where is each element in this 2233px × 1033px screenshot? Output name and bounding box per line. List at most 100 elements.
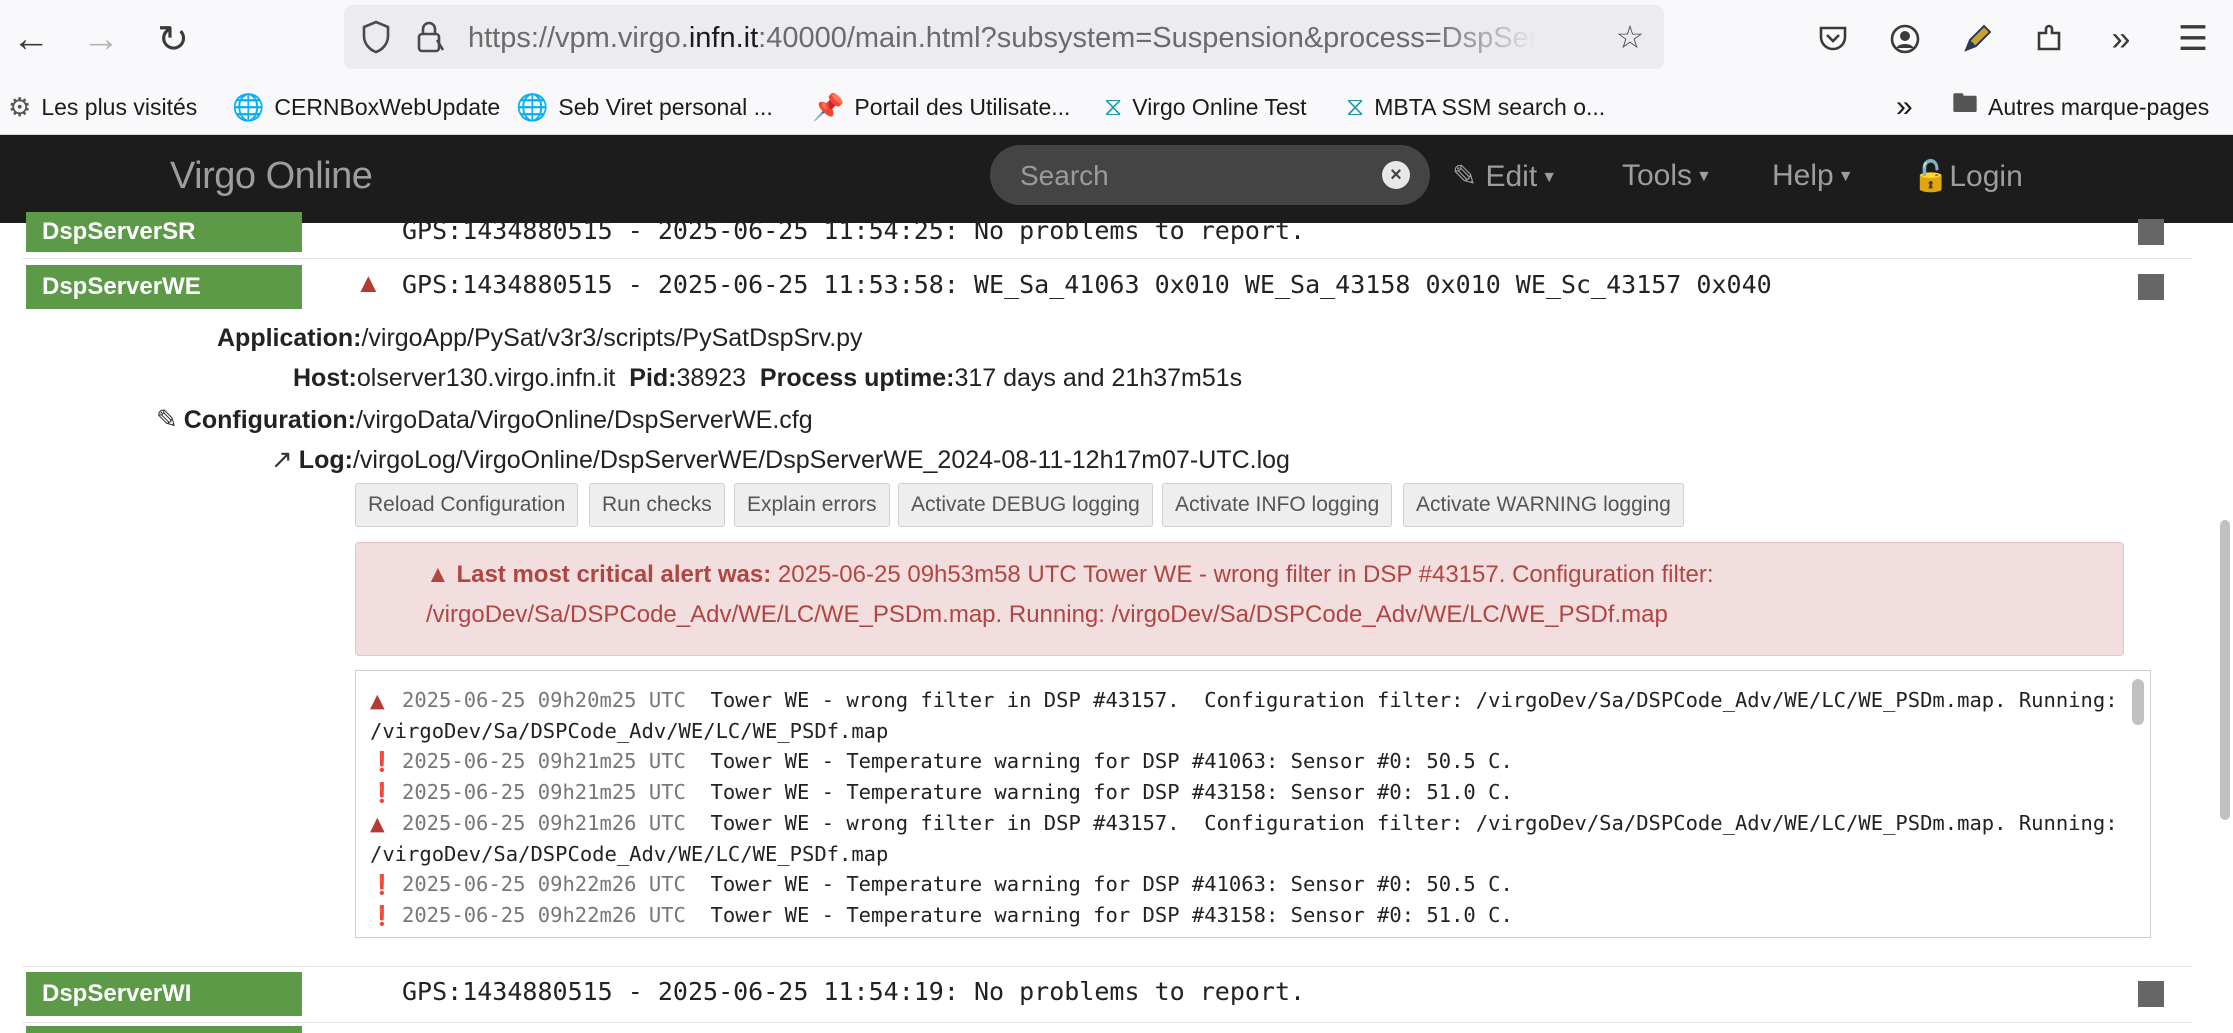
log-message: Tower WE - Temperature warning for DSP #… (685, 903, 1513, 927)
log-scroll-thumb[interactable] (2132, 679, 2144, 725)
pocket-icon[interactable] (1808, 14, 1858, 64)
bookmark-other-folder[interactable]: 🖿 Autres marque-pages (1952, 88, 2209, 124)
bookmark-star-icon[interactable]: ☆ (1608, 15, 1652, 59)
page-scroll-thumb[interactable] (2220, 520, 2230, 820)
bookmarks-overflow-icon[interactable]: » (1896, 90, 1913, 124)
alert-heading: ▲ Last most critical alert was: (426, 561, 771, 588)
row-divider (22, 1022, 2192, 1023)
stop-square-icon[interactable] (2138, 219, 2164, 245)
log-timestamp: 2025-06-25 09h22m26 UTC (402, 903, 686, 927)
hamburger-menu-icon[interactable]: ☰ (2168, 14, 2218, 64)
activate-warning-logging-button[interactable]: Activate WARNING logging (1403, 483, 1684, 527)
bookmark-label: Virgo Online Test (1132, 93, 1307, 120)
exclamation-circle-icon: ❗ (370, 782, 394, 804)
log-entry: ▲ 2025-06-25 09h20m25 UTC Tower WE - wron… (370, 685, 2120, 716)
log-entry-continuation: /virgoDev/Sa/DSPCode_Adv/WE/LC/WE_PSDf.m… (370, 719, 889, 743)
log-message: Tower WE - Temperature warning for DSP #… (685, 780, 1513, 804)
log-timestamp: 2025-06-25 09h20m25 UTC (402, 688, 686, 712)
caret-down-icon: ▼ (1837, 168, 1854, 186)
log-timestamp: 2025-06-25 09h23m26 UTC (402, 934, 686, 937)
application-label: Application: (217, 324, 362, 352)
run-checks-button[interactable]: Run checks (589, 483, 725, 527)
globe-icon: 🌐 (516, 91, 549, 122)
virgo-logo-icon: ⧖ (1104, 91, 1123, 121)
warning-triangle-icon: ▲ (370, 932, 392, 937)
log-message: Tower WE - Temperature warning for DSP #… (685, 872, 1513, 896)
account-icon[interactable] (1880, 14, 1930, 64)
pen-extension-icon[interactable] (1952, 14, 2002, 64)
log-row[interactable]: ↗ Log:/virgoLog/VirgoOnline/DspServerWE/D… (271, 444, 1290, 475)
external-link-icon[interactable]: ↗ (271, 444, 293, 474)
overflow-chevrons-icon[interactable]: » (2096, 14, 2146, 64)
activate-debug-logging-button[interactable]: Activate DEBUG logging (898, 483, 1153, 527)
bookmark-most-visited[interactable]: ⚙ Les plus visités (8, 90, 197, 124)
forward-arrow-icon[interactable]: → (76, 14, 126, 64)
log-entry: ❗ 2025-06-25 09h22m26 UTC Tower WE - Temp… (370, 900, 2120, 931)
process-status-sr: GPS:1434880515 - 2025-06-25 11:54:25: No… (402, 216, 1306, 245)
log-timestamp: 2025-06-25 09h21m25 UTC (402, 780, 686, 804)
edit-menu[interactable]: ✎ Edit ▼ (1452, 159, 1557, 194)
back-arrow-icon[interactable]: ← (6, 14, 56, 64)
tracking-shield-icon[interactable] (354, 15, 398, 59)
lock-icon[interactable] (408, 15, 452, 59)
search-input[interactable] (1018, 158, 1362, 194)
process-label-dspserverwe[interactable]: DspServerWE (26, 265, 302, 309)
explain-errors-button[interactable]: Explain errors (734, 483, 890, 527)
exclamation-circle-icon: ❗ (370, 874, 394, 896)
bookmark-cernbox[interactable]: 🌐 CERNBoxWebUpdate (232, 90, 500, 124)
edit-icon: ✎ (1452, 160, 1478, 193)
folder-icon: 🖿 (1952, 88, 1979, 118)
log-message: Tower WE - wrong filter in DSP #43157. C… (686, 934, 2118, 937)
configuration-row[interactable]: ✎ Configuration:/virgoData/VirgoOnline/Ds… (156, 404, 813, 435)
log-timestamp: 2025-06-25 09h22m26 UTC (402, 872, 686, 896)
bookmarks-bar: ⚙ Les plus visités 🌐 CERNBoxWebUpdate 🌐 Seb… (0, 78, 2233, 135)
virgo-logo-icon: ⧖ (1346, 91, 1365, 121)
reload-configuration-button[interactable]: Reload Configuration (355, 483, 579, 527)
reload-icon[interactable]: ↻ (148, 14, 198, 64)
log-entry: ▲ 2025-06-25 09h23m26 UTC Tower WE - wron… (370, 931, 2120, 937)
url-text[interactable]: https://vpm.virgo.infn.it:40000/main.htm… (468, 22, 1538, 54)
bookmark-mbta[interactable]: ⧖ MBTA SSM search o... (1346, 90, 1605, 124)
stop-square-icon[interactable] (2138, 981, 2164, 1007)
globe-icon: 🌐 (232, 91, 265, 122)
log-entry: ❗ 2025-06-25 09h22m26 UTC Tower WE - Temp… (370, 869, 2120, 900)
process-label-next[interactable] (26, 1026, 302, 1033)
warning-triangle-icon: ▲ (370, 813, 385, 835)
bookmark-label: MBTA SSM search o... (1374, 93, 1606, 120)
bookmark-virgo-online-test[interactable]: ⧖ Virgo Online Test (1104, 90, 1307, 124)
process-label-dspserverwi[interactable]: DspServerWI (26, 972, 302, 1016)
pin-icon: 📌 (812, 91, 845, 122)
row-divider (22, 258, 2192, 259)
log-scrollbar[interactable] (2132, 675, 2144, 933)
extensions-puzzle-icon[interactable] (2024, 14, 2074, 64)
log-label: Log: (298, 446, 353, 474)
pid-label: Pid: (629, 364, 677, 392)
row-divider (22, 966, 2192, 967)
exclamation-circle-icon: ❗ (370, 751, 394, 773)
address-bar[interactable]: https://vpm.virgo.infn.it:40000/main.htm… (344, 5, 1664, 69)
activate-info-logging-button[interactable]: Activate INFO logging (1162, 483, 1393, 527)
tools-menu-label: Tools (1622, 159, 1693, 192)
help-menu-label: Help (1772, 159, 1834, 192)
process-status-wi: GPS:1434880515 - 2025-06-25 11:54:19: No… (402, 977, 1306, 1006)
url-rest: :40000/main.html?subsystem=Suspension&pr… (758, 22, 1538, 54)
clear-search-icon[interactable]: × (1382, 161, 1410, 189)
brand-title[interactable]: Virgo Online (170, 155, 373, 198)
process-label-dspserversr[interactable]: DspServerSR (26, 212, 302, 252)
log-message: Tower WE - wrong filter in DSP #43157. C… (685, 811, 2118, 835)
edit-icon[interactable]: ✎ (156, 404, 178, 434)
tools-menu[interactable]: Tools ▼ (1622, 159, 1712, 193)
login-link[interactable]: 🔓Login (1912, 159, 2023, 194)
log-lines: ▲ 2025-06-25 09h20m25 UTC Tower WE - wron… (370, 685, 2120, 937)
bookmark-portail[interactable]: 📌 Portail des Utilisate... (812, 90, 1070, 124)
bookmark-seb-viret[interactable]: 🌐 Seb Viret personal ... (516, 90, 773, 124)
bookmark-label: Les plus visités (41, 93, 198, 120)
stop-square-icon[interactable] (2138, 274, 2164, 300)
process-status-we: GPS:1434880515 - 2025-06-25 11:53:58: WE… (402, 270, 1772, 299)
log-panel[interactable]: ▲ 2025-06-25 09h20m25 UTC Tower WE - wron… (355, 670, 2151, 938)
url-host: infn.it (688, 22, 759, 54)
browser-toolbar: ← → ↻ https://vpm.virgo.infn.it:40000/ma… (0, 0, 2233, 78)
help-menu[interactable]: Help ▼ (1772, 159, 1854, 193)
login-label: Login (1949, 160, 2023, 193)
app-navbar: Virgo Online × ✎ Edit▼ Tools▼ Help▼ 🔓Log… (0, 135, 2233, 223)
